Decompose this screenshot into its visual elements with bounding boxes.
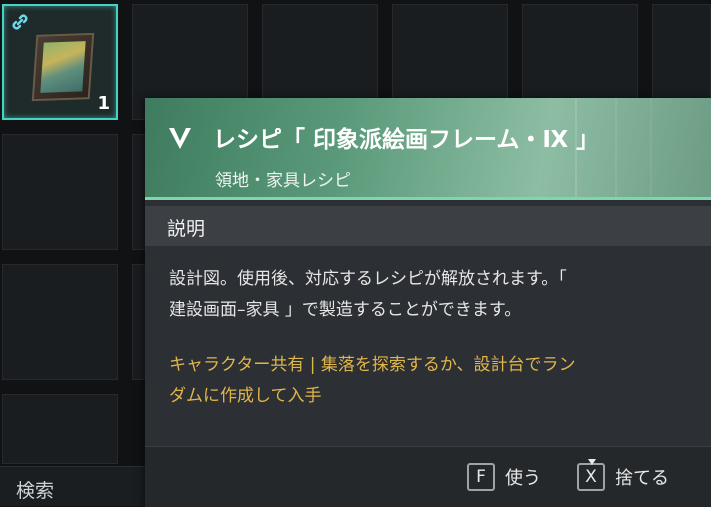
tooltip-header: レシピ「 印象派絵画フレーム・Ⅸ 」 領地・家具レシピ: [145, 98, 711, 200]
inventory-slot[interactable]: [2, 264, 118, 380]
section-header-description: 説明: [145, 206, 711, 246]
item-title: レシピ「 印象派絵画フレーム・Ⅸ 」: [213, 127, 600, 153]
search-label: 検索: [16, 480, 55, 502]
inventory-slot[interactable]: [2, 394, 118, 464]
search-bar[interactable]: 検索: [0, 466, 145, 506]
key-x-icon: X: [577, 459, 605, 491]
description-line: 建設画面–家具 」で製造することができます。: [169, 300, 522, 320]
key-x-label: X: [585, 467, 597, 487]
item-source-info: キャラクター共有 | 集落を探索するか、設計台でラン ダムに作成して入手: [169, 350, 689, 412]
source-line: キャラクター共有 | 集落を探索するか、設計台でラン: [169, 355, 576, 375]
inventory-slot[interactable]: [2, 134, 118, 250]
item-tooltip: レシピ「 印象派絵画フレーム・Ⅸ 」 領地・家具レシピ 説明 設計図。使用後、対…: [145, 98, 711, 507]
link-icon: [12, 14, 28, 30]
tooltip-actions: F 使う X 捨てる: [145, 446, 711, 507]
key-f-icon: F: [467, 463, 495, 491]
item-quantity: 1: [97, 93, 110, 114]
section-label: 説明: [167, 218, 206, 240]
painting-frame-icon: [31, 32, 95, 102]
item-category: 領地・家具レシピ: [215, 171, 351, 191]
discard-action-label: 捨てる: [615, 468, 669, 489]
use-action-button[interactable]: F 使う: [467, 461, 541, 493]
discard-action-button[interactable]: X 捨てる: [577, 459, 669, 493]
use-action-label: 使う: [505, 468, 541, 489]
inventory-slot-selected[interactable]: 1: [2, 4, 118, 120]
item-description: 設計図。使用後、対応するレシピが解放されます。「 建設画面–家具 」で製造するこ…: [169, 264, 689, 326]
description-line: 設計図。使用後、対応するレシピが解放されます。「: [169, 269, 567, 289]
source-line: ダムに作成して入手: [169, 386, 322, 406]
chevron-rank-icon: [169, 128, 191, 149]
